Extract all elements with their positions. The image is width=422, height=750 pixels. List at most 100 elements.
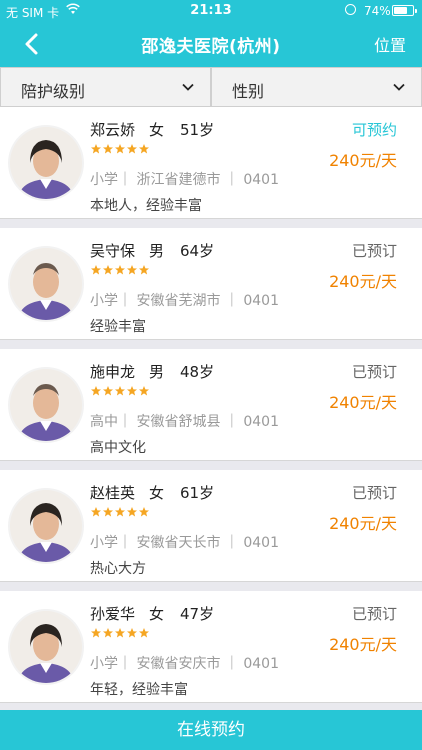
caregiver-gender: 女 [149, 484, 165, 502]
separator: ｜ [118, 535, 137, 551]
battery-percent: 74% [364, 4, 391, 18]
caregiver-age: 51岁 [180, 121, 215, 139]
filter-care-level[interactable]: 陪护级别 [0, 67, 211, 107]
caregiver-name: 孙爱华 [90, 605, 136, 623]
caregiver-card[interactable]: 孙爱华女 47岁 小学｜ 安徽省安庆市 ｜ 0401 年轻，经验丰富 已预订 240元/天 [0, 591, 422, 703]
caregiver-description: 经验丰富 [90, 319, 146, 335]
caregiver-description: 高中文化 [90, 440, 146, 456]
separator: ｜ [220, 414, 244, 430]
filter-label: 性别 [232, 82, 265, 101]
caregiver-gender: 男 [149, 242, 165, 260]
caregiver-description: 年轻，经验丰富 [90, 682, 188, 698]
price: 240元/天 [329, 514, 397, 533]
caregiver-gender: 女 [149, 121, 165, 139]
star-icon [127, 265, 137, 275]
caregiver-info: 小学｜ 安徽省安庆市 ｜ 0401 [90, 653, 279, 673]
separator: ｜ [118, 172, 137, 188]
nav-bar: 邵逸夫医院(杭州) 位置 [0, 22, 422, 67]
star-icon [91, 265, 101, 275]
separator: ｜ [220, 656, 244, 672]
status-badge: 已预订 [351, 242, 397, 260]
star-icon [139, 386, 149, 396]
star-icon [139, 628, 149, 638]
separator: ｜ [118, 656, 137, 672]
status-badge: 已预订 [351, 363, 397, 381]
rating-stars [91, 386, 149, 396]
page-title: 邵逸夫医院(杭州) [141, 37, 281, 57]
star-icon [127, 507, 137, 517]
header: 无 SIM 卡 21:13 74% 邵逸夫医院(杭州) 位置 [0, 0, 422, 67]
hometown: 安徽省天长市 [136, 535, 221, 551]
education: 小学 [90, 172, 118, 188]
caregiver-name: 吴守保 [90, 242, 136, 260]
star-icon [103, 628, 113, 638]
caregiver-age: 47岁 [180, 605, 215, 623]
clock: 21:13 [190, 3, 232, 18]
book-online-button[interactable]: 在线预约 [0, 710, 422, 750]
caregiver-gender: 男 [149, 363, 165, 381]
caregiver-age: 61岁 [180, 484, 215, 502]
education: 小学 [90, 656, 118, 672]
education: 小学 [90, 293, 118, 309]
caregiver-info: 小学｜ 安徽省天长市 ｜ 0401 [90, 532, 279, 552]
caregiver-name: 赵桂英 [90, 484, 136, 502]
star-icon [91, 386, 101, 396]
caregiver-gender: 女 [149, 605, 165, 623]
star-icon [115, 386, 125, 396]
caregiver-card[interactable]: 吴守保男 64岁 小学｜ 安徽省芜湖市 ｜ 0401 经验丰富 已预订 240元/天 [0, 228, 422, 340]
price: 240元/天 [329, 635, 397, 654]
code: 0401 [243, 172, 279, 188]
caregiver-age: 48岁 [180, 363, 215, 381]
avatar [10, 127, 82, 199]
orientation-lock-icon [345, 4, 356, 15]
caregiver-card[interactable]: 郑云娇女 51岁 小学｜ 浙江省建德市 ｜ 0401 本地人，经验丰富 可预约 240元/… [0, 107, 422, 219]
star-icon [103, 386, 113, 396]
hometown: 安徽省安庆市 [136, 656, 221, 672]
star-icon [127, 144, 137, 154]
star-icon [115, 507, 125, 517]
chevron-down-icon [393, 83, 405, 91]
star-icon [115, 144, 125, 154]
caregiver-description: 本地人，经验丰富 [90, 198, 202, 214]
star-icon [115, 628, 125, 638]
caregiver-name: 施申龙 [90, 363, 136, 381]
education: 小学 [90, 535, 118, 551]
star-icon [91, 507, 101, 517]
caregiver-description: 热心大方 [90, 561, 146, 577]
avatar [10, 248, 82, 320]
caregiver-card[interactable]: 施申龙男 48岁高中｜ 安徽省舒城县 ｜ 0401 高中文化 已预订 240元/天 [0, 349, 422, 461]
separator: ｜ [118, 293, 137, 309]
chevron-left-icon[interactable] [18, 32, 46, 56]
caregiver-info: 小学｜ 浙江省建德市 ｜ 0401 [90, 169, 279, 189]
caregiver-card[interactable]: 赵桂英女 61岁 小学｜ 安徽省天长市 ｜ 0401 热心大方 已预订 240元/天 [0, 470, 422, 582]
filter-label: 陪护级别 [21, 82, 86, 101]
star-icon [103, 507, 113, 517]
filter-bar: 陪护级别 性别 [0, 67, 422, 107]
star-icon [115, 265, 125, 275]
rating-stars [91, 144, 149, 154]
star-icon [139, 144, 149, 154]
separator: ｜ [220, 293, 244, 309]
battery-icon [392, 5, 417, 16]
rating-stars [91, 265, 149, 275]
avatar [10, 611, 82, 683]
separator: ｜ [220, 535, 244, 551]
filter-gender[interactable]: 性别 [211, 67, 422, 107]
status-badge: 已预订 [351, 605, 397, 623]
price: 240元/天 [329, 151, 397, 170]
rating-stars [91, 507, 149, 517]
price: 240元/天 [329, 393, 397, 412]
star-icon [127, 386, 137, 396]
separator: ｜ [118, 414, 137, 430]
code: 0401 [243, 535, 279, 551]
status-bar: 无 SIM 卡 21:13 74% [0, 0, 422, 22]
status-badge: 已预订 [351, 484, 397, 502]
caregiver-info: 高中｜ 安徽省舒城县 ｜ 0401 [90, 411, 279, 431]
avatar [10, 369, 82, 441]
location-button[interactable]: 位置 [374, 32, 406, 56]
code: 0401 [243, 293, 279, 309]
code: 0401 [243, 414, 279, 430]
code: 0401 [243, 656, 279, 672]
star-icon [127, 628, 137, 638]
caregiver-name: 郑云娇 [90, 121, 136, 139]
